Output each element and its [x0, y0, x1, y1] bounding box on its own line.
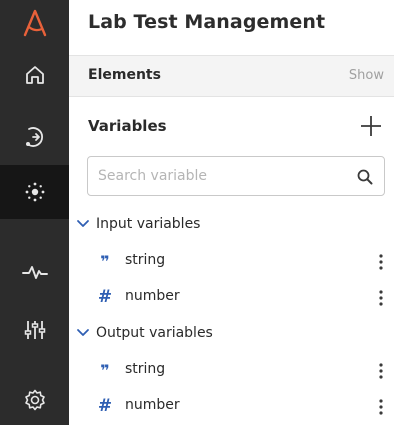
list-item[interactable]: # number — [69, 282, 394, 314]
rail-item-settings[interactable] — [0, 373, 69, 425]
variable-name: string — [125, 361, 166, 377]
flow-icon — [25, 127, 43, 147]
network-icon — [25, 182, 44, 202]
quote-icon: ❞ — [100, 251, 110, 271]
variable-name: string — [125, 252, 166, 268]
rail-item-home[interactable] — [0, 48, 69, 102]
output-variables-group-toggle[interactable]: Output variables — [76, 321, 213, 345]
more-options-icon[interactable] — [375, 361, 387, 381]
rail-item-configuration[interactable] — [0, 303, 69, 357]
show-elements-link[interactable]: Show — [349, 68, 384, 83]
add-variable-button[interactable] — [358, 113, 384, 139]
group-label: Input variables — [96, 216, 201, 232]
list-item[interactable]: ❞ string — [69, 246, 394, 278]
app-logo[interactable] — [0, 0, 69, 46]
search-input[interactable] — [98, 165, 338, 187]
left-nav-rail — [0, 0, 69, 425]
input-variables-group-toggle[interactable]: Input variables — [76, 212, 200, 236]
hash-icon: # — [97, 287, 113, 307]
hash-icon: # — [97, 396, 113, 416]
list-item[interactable]: # number — [69, 391, 394, 423]
divider — [69, 96, 394, 97]
home-icon — [25, 66, 44, 84]
rail-item-elements[interactable] — [0, 165, 69, 219]
more-options-icon[interactable] — [375, 252, 387, 272]
more-options-icon[interactable] — [375, 288, 387, 308]
variable-name: number — [125, 288, 180, 304]
rail-item-monitoring[interactable] — [0, 245, 69, 299]
search-variable-field — [87, 156, 385, 196]
search-icon[interactable] — [356, 168, 374, 186]
elements-label: Elements — [88, 67, 161, 83]
quote-icon: ❞ — [100, 360, 110, 380]
sliders-icon — [24, 321, 45, 339]
logo-icon — [23, 9, 46, 37]
variables-panel: Lab Test Management Elements Show Variab… — [69, 0, 394, 425]
list-item[interactable]: ❞ string — [69, 355, 394, 387]
page-title: Lab Test Management — [88, 11, 326, 33]
chevron-down-icon — [77, 220, 89, 227]
more-options-icon[interactable] — [375, 397, 387, 417]
chevron-down-icon — [77, 329, 89, 336]
plus-icon — [361, 116, 381, 136]
variable-name: number — [125, 397, 180, 413]
gear-icon — [24, 389, 45, 411]
rail-item-flows[interactable] — [0, 110, 69, 164]
elements-section-header: Elements Show — [69, 56, 394, 96]
variables-heading: Variables — [88, 117, 167, 135]
pulse-icon — [21, 266, 48, 279]
group-label: Output variables — [96, 325, 213, 341]
